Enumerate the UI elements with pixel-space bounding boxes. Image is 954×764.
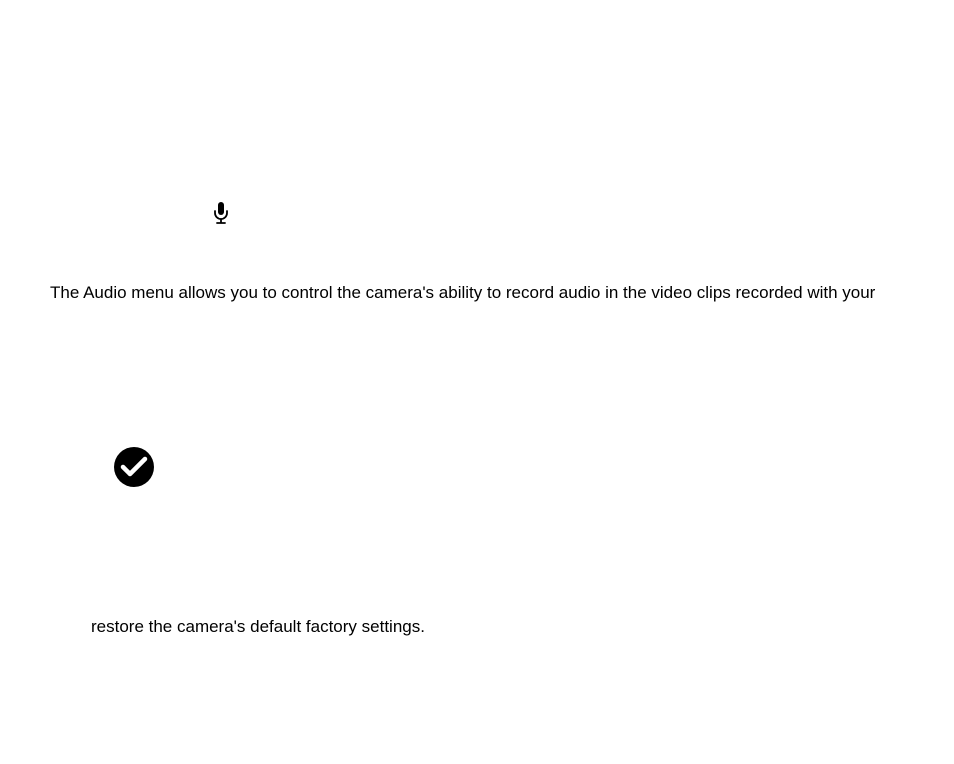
microphone-icon (213, 202, 229, 226)
checkmark-circle-icon (113, 446, 155, 488)
reset-description: restore the camera's default factory set… (91, 615, 891, 639)
audio-menu-description: The Audio menu allows you to control the… (50, 281, 930, 305)
